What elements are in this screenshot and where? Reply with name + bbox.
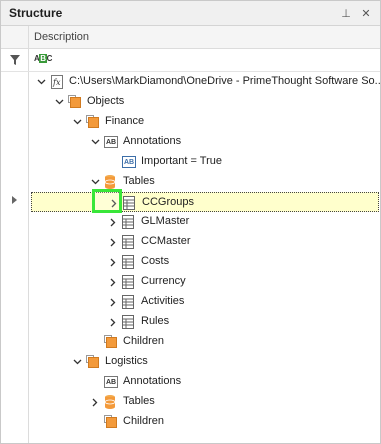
chevron-right-icon[interactable] — [107, 235, 119, 249]
tree-row[interactable]: Logistics — [29, 352, 380, 372]
chevron-right-icon[interactable] — [107, 215, 119, 229]
tree-row-label: Children — [123, 415, 164, 427]
tree-row[interactable]: Currency — [29, 272, 380, 292]
chevron-right-icon[interactable] — [107, 255, 119, 269]
row-indicator-gutter — [1, 72, 29, 443]
table-icon — [121, 214, 137, 230]
tree-row-label: Annotations — [123, 375, 182, 387]
tree-row[interactable]: CCGroups — [31, 192, 379, 212]
chevron-right-icon[interactable] — [107, 275, 119, 289]
tree-row-label: C:\Users\MarkDiamond\OneDrive - PrimeTho… — [69, 75, 381, 87]
abc-filter-icon[interactable]: ABC — [34, 54, 52, 63]
abc-letter-b: B — [39, 54, 47, 63]
tree-row-label: Rules — [141, 315, 170, 327]
tree-row[interactable]: Costs — [29, 252, 380, 272]
chevron-down-icon[interactable] — [89, 175, 101, 189]
chevron-right-icon[interactable] — [89, 395, 101, 409]
table-icon — [122, 195, 138, 211]
annotation-icon: AB — [104, 376, 118, 388]
tree-row[interactable]: GLMaster — [29, 212, 380, 232]
object-icon — [103, 334, 119, 350]
tree-row-label: CCMaster — [141, 235, 191, 247]
tree-row[interactable]: AB Important = True — [29, 152, 380, 172]
tree-row[interactable]: CCMaster — [29, 232, 380, 252]
tree-row-label: Activities — [141, 295, 185, 307]
function-icon: fx — [49, 74, 65, 90]
tree-row-label: Tables — [123, 175, 155, 187]
structure-panel: Structure ⊥ ✕ Description ABC fx C:\Users… — [0, 0, 381, 444]
tree-row[interactable]: Objects — [29, 92, 380, 112]
database-icon — [103, 394, 119, 410]
tree-row[interactable]: Tables — [29, 392, 380, 412]
tree-row[interactable]: Children — [29, 412, 380, 432]
tree-row-label: Children — [123, 335, 164, 347]
filter-icon[interactable] — [10, 55, 20, 68]
table-icon — [121, 314, 137, 330]
pin-icon[interactable]: ⊥ — [338, 5, 354, 21]
chevron-down-icon[interactable] — [35, 75, 47, 89]
table-icon — [121, 254, 137, 270]
tree-row[interactable]: AB Annotations — [29, 372, 380, 392]
tree-row-label: CCGroups — [142, 196, 194, 208]
tree-row-label: Objects — [87, 95, 125, 107]
tree-row-label: Important = True — [141, 155, 223, 167]
chevron-right-icon[interactable] — [107, 315, 119, 329]
tree-row[interactable]: Children — [29, 332, 380, 352]
filter-gutter — [1, 49, 29, 71]
tree-row-label: Tables — [123, 395, 155, 407]
tree-row[interactable]: Rules — [29, 312, 380, 332]
chevron-down-icon[interactable] — [71, 355, 83, 369]
tree-row-label: Currency — [141, 275, 186, 287]
tree-row-label: Logistics — [105, 355, 148, 367]
abc-letter-c: C — [46, 54, 53, 63]
database-icon — [103, 174, 119, 190]
tree-row[interactable]: Tables — [29, 172, 380, 192]
highlight-box — [92, 189, 122, 213]
tree-row-label: Annotations — [123, 135, 182, 147]
close-icon[interactable]: ✕ — [358, 5, 374, 21]
object-icon — [67, 94, 83, 110]
object-icon — [85, 114, 101, 130]
chevron-down-icon[interactable] — [71, 115, 83, 129]
filter-row: ABC — [1, 49, 380, 72]
tree-row[interactable]: AB Annotations — [29, 132, 380, 152]
svg-text:fx: fx — [52, 78, 61, 87]
column-header-description[interactable]: Description — [34, 31, 89, 43]
chevron-right-icon[interactable] — [107, 295, 119, 309]
annotation-value-icon: AB — [122, 156, 136, 168]
object-icon — [103, 414, 119, 430]
annotation-icon: AB — [104, 136, 118, 148]
tree-row-label: Costs — [141, 255, 170, 267]
chevron-down-icon[interactable] — [89, 135, 101, 149]
table-icon — [121, 234, 137, 250]
object-icon — [85, 354, 101, 370]
tree-row[interactable]: fx C:\Users\MarkDiamond\OneDrive - PrimeT… — [29, 72, 380, 92]
panel-title: Structure — [9, 6, 63, 20]
current-row-indicator-icon — [12, 196, 17, 204]
tree-row[interactable]: Activities — [29, 292, 380, 312]
tree-row-label: GLMaster — [141, 215, 190, 227]
header-gutter — [1, 26, 29, 48]
table-icon — [121, 274, 137, 290]
tree-row[interactable]: Finance — [29, 112, 380, 132]
column-header[interactable]: Description — [1, 26, 380, 49]
chevron-down-icon[interactable] — [53, 95, 65, 109]
panel-titlebar: Structure ⊥ ✕ — [1, 1, 380, 26]
tree-row-label: Finance — [105, 115, 145, 127]
table-icon — [121, 294, 137, 310]
